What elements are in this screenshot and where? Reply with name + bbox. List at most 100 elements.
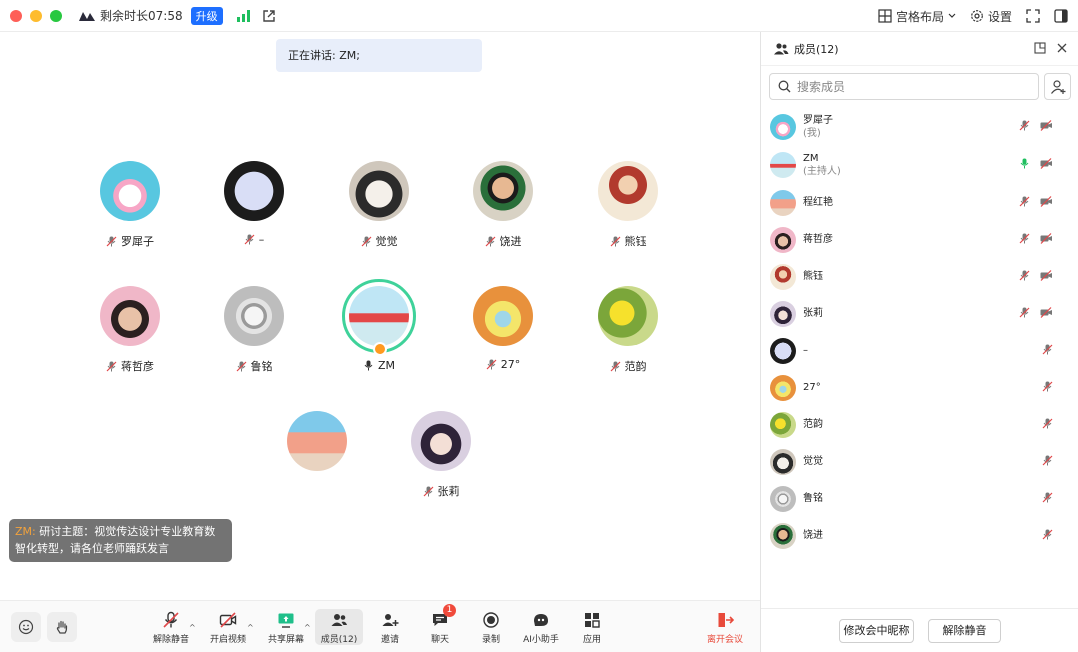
chat-button[interactable]: 1 聊天 bbox=[416, 604, 464, 645]
participant-name: 饶进 bbox=[499, 235, 522, 248]
apps-icon bbox=[585, 613, 600, 628]
camera-off-icon bbox=[1040, 158, 1052, 169]
mic-off-icon bbox=[423, 486, 433, 496]
fullscreen-icon[interactable] bbox=[1026, 9, 1040, 23]
start-video-button[interactable]: 开启视频 bbox=[204, 611, 252, 645]
member-row[interactable]: 范韵 bbox=[761, 406, 1078, 443]
share-screen-label: 共享屏幕 bbox=[267, 635, 304, 645]
participant-tile-active[interactable]: ZM bbox=[329, 279, 429, 372]
member-row[interactable]: ZM (主持人) bbox=[761, 146, 1078, 184]
member-search-input[interactable] bbox=[797, 79, 1017, 94]
minimize-window-button[interactable] bbox=[30, 9, 42, 22]
apps-button[interactable]: 应用 bbox=[568, 611, 616, 645]
member-row[interactable]: 饶进 bbox=[761, 517, 1078, 554]
external-link-icon[interactable] bbox=[262, 9, 276, 23]
participant-tile[interactable]: 饶进 bbox=[453, 161, 553, 249]
participant-tile[interactable]: 觉觉 bbox=[329, 161, 429, 249]
window-controls bbox=[10, 9, 62, 22]
participant-tile[interactable]: – bbox=[204, 161, 304, 246]
participant-tile[interactable]: 罗犀子 bbox=[80, 161, 180, 249]
unmute-label: 解除静音 bbox=[152, 635, 189, 645]
participant-tile[interactable]: 张莉 bbox=[391, 411, 491, 499]
participant-name: 熊钰 bbox=[624, 235, 647, 248]
mic-off-icon bbox=[1042, 529, 1053, 540]
mic-off-icon bbox=[244, 234, 255, 245]
popout-icon[interactable] bbox=[1034, 42, 1046, 54]
participant-tile[interactable]: 范韵 bbox=[578, 286, 678, 374]
unmute-button[interactable]: 解除静音 bbox=[147, 611, 195, 645]
participant-tile[interactable] bbox=[267, 411, 367, 483]
avatar bbox=[770, 448, 796, 475]
member-row[interactable]: 张莉 bbox=[761, 295, 1078, 332]
ai-assistant-button[interactable]: AI小助手 bbox=[517, 611, 565, 645]
leave-label: 离开会议 bbox=[706, 635, 743, 645]
participant-name: 蒋哲彦 bbox=[121, 360, 154, 373]
emoji-button[interactable] bbox=[11, 612, 41, 642]
record-icon bbox=[483, 612, 499, 628]
add-user-icon bbox=[382, 614, 399, 626]
add-user-icon bbox=[1050, 79, 1065, 94]
maximize-window-button[interactable] bbox=[50, 9, 62, 22]
members-button[interactable]: 成员(12) bbox=[315, 609, 363, 645]
member-role: (主持人) bbox=[803, 166, 841, 177]
mic-off-icon bbox=[486, 359, 497, 370]
mic-off-icon bbox=[610, 236, 620, 246]
settings-button[interactable]: 设置 bbox=[970, 8, 1012, 25]
member-row[interactable]: 罗犀子 (我) bbox=[761, 108, 1078, 146]
member-row[interactable]: 蒋哲彦 bbox=[761, 221, 1078, 258]
audio-options-caret[interactable]: ^ bbox=[189, 623, 196, 632]
video-options-caret[interactable]: ^ bbox=[247, 623, 254, 632]
members-icon bbox=[774, 42, 789, 54]
sidebar-toggle-icon[interactable] bbox=[1054, 9, 1068, 23]
avatar bbox=[770, 263, 796, 290]
member-row[interactable]: 程红艳 bbox=[761, 184, 1078, 221]
mic-off-icon bbox=[236, 361, 246, 371]
record-label: 录制 bbox=[481, 635, 500, 645]
mic-off-icon bbox=[106, 361, 117, 371]
member-row[interactable]: 27° bbox=[761, 369, 1078, 406]
chat-label: 聊天 bbox=[430, 635, 449, 645]
add-member-button[interactable] bbox=[1044, 73, 1071, 100]
upgrade-button[interactable]: 升级 bbox=[190, 6, 223, 25]
member-search-field[interactable] bbox=[769, 73, 1039, 100]
ai-assistant-icon bbox=[534, 614, 548, 626]
member-row[interactable]: 熊钰 bbox=[761, 258, 1078, 295]
member-row[interactable]: 鲁铭 bbox=[761, 480, 1078, 517]
avatar bbox=[770, 114, 796, 140]
raise-hand-button[interactable] bbox=[47, 612, 77, 642]
layout-menu[interactable]: 宫格布局 bbox=[878, 8, 956, 25]
rename-button[interactable]: 修改会中昵称 bbox=[839, 619, 914, 643]
participant-tile[interactable]: 27° bbox=[453, 286, 553, 371]
mic-off-icon bbox=[163, 611, 179, 628]
invite-button[interactable]: 邀请 bbox=[366, 611, 414, 645]
participant-tile[interactable]: 鲁铭 bbox=[204, 286, 304, 374]
close-icon[interactable] bbox=[1056, 42, 1068, 54]
member-name: 27° bbox=[803, 382, 821, 393]
participant-name: 范韵 bbox=[624, 360, 647, 373]
member-name: 蒋哲彦 bbox=[803, 234, 833, 245]
member-role: (我) bbox=[803, 128, 821, 139]
record-button[interactable]: 录制 bbox=[467, 611, 515, 645]
participant-tile[interactable]: 熊钰 bbox=[578, 161, 678, 249]
share-screen-button[interactable]: 共享屏幕 bbox=[262, 611, 310, 645]
avatar bbox=[598, 161, 658, 221]
network-signal-icon[interactable] bbox=[236, 9, 250, 22]
leave-meeting-button[interactable]: 离开会议 bbox=[701, 611, 749, 645]
participant-name: ZM bbox=[377, 359, 396, 372]
mic-on-icon bbox=[364, 360, 373, 371]
member-row[interactable]: 觉觉 bbox=[761, 443, 1078, 480]
participant-tile[interactable]: 蒋哲彦 bbox=[80, 286, 180, 374]
participant-name: 鲁铭 bbox=[250, 360, 273, 373]
close-window-button[interactable] bbox=[10, 9, 22, 22]
avatar bbox=[224, 161, 284, 221]
start-video-label: 开启视频 bbox=[209, 635, 246, 645]
mic-off-icon bbox=[1042, 418, 1053, 429]
avatar bbox=[473, 286, 533, 346]
mic-off-icon bbox=[1042, 381, 1053, 392]
invite-label: 邀请 bbox=[380, 635, 399, 645]
member-row[interactable]: – bbox=[761, 332, 1078, 369]
smiley-icon bbox=[18, 619, 34, 635]
unmute-all-button[interactable]: 解除静音 bbox=[928, 619, 1001, 643]
avatar bbox=[770, 374, 796, 401]
share-options-caret[interactable]: ^ bbox=[304, 623, 311, 632]
